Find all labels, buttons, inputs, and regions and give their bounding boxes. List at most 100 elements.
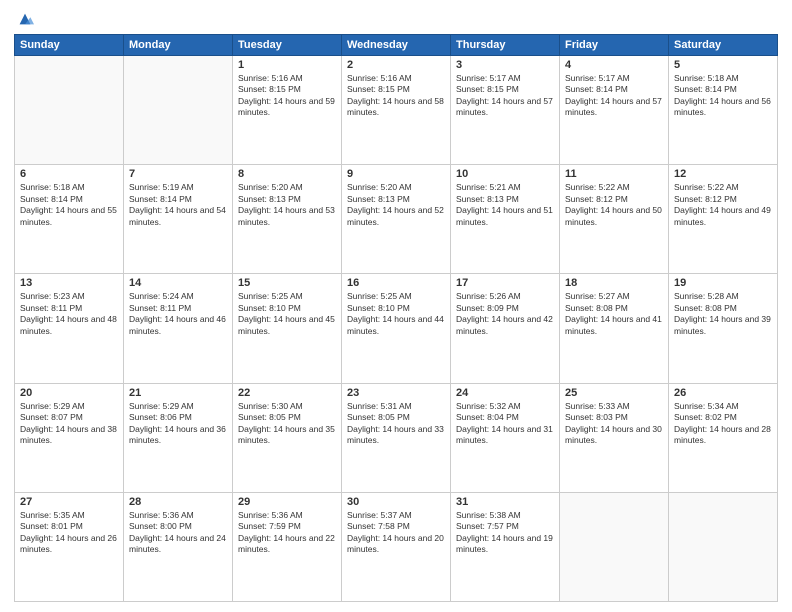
cell-info: Sunrise: 5:25 AM Sunset: 8:10 PM Dayligh… — [238, 291, 336, 337]
day-number: 31 — [456, 496, 554, 508]
day-number: 19 — [674, 277, 772, 289]
day-number: 3 — [456, 59, 554, 71]
cell-info: Sunrise: 5:18 AM Sunset: 8:14 PM Dayligh… — [674, 73, 772, 119]
day-number: 20 — [20, 387, 118, 399]
day-number: 5 — [674, 59, 772, 71]
cell-info: Sunrise: 5:25 AM Sunset: 8:10 PM Dayligh… — [347, 291, 445, 337]
cell-info: Sunrise: 5:29 AM Sunset: 8:07 PM Dayligh… — [20, 401, 118, 447]
cell-info: Sunrise: 5:26 AM Sunset: 8:09 PM Dayligh… — [456, 291, 554, 337]
calendar-header-sunday: Sunday — [15, 35, 124, 56]
logo — [14, 10, 34, 28]
calendar-cell: 3Sunrise: 5:17 AM Sunset: 8:15 PM Daylig… — [451, 56, 560, 165]
cell-info: Sunrise: 5:27 AM Sunset: 8:08 PM Dayligh… — [565, 291, 663, 337]
calendar-cell: 11 Sunrise: 5:22 AM Sunset: 8:12 PM Dayli… — [560, 165, 669, 274]
day-number: 22 — [238, 387, 336, 399]
calendar-cell: 26 Sunrise: 5:34 AM Sunset: 8:02 PM Dayli… — [669, 383, 778, 492]
calendar-cell: 25Sunrise: 5:33 AM Sunset: 8:03 PM Dayli… — [560, 383, 669, 492]
cell-info: Sunrise: 5:36 AM Sunset: 8:00 PM Dayligh… — [129, 510, 227, 556]
calendar-cell: 1 Sunrise: 5:16 AM Sunset: 8:15 PM Daylig… — [233, 56, 342, 165]
day-number: 2 — [347, 59, 445, 71]
calendar-week-4: 27Sunrise: 5:35 AM Sunset: 8:01 PM Dayli… — [15, 492, 778, 601]
calendar-week-0: 1 Sunrise: 5:16 AM Sunset: 8:15 PM Daylig… — [15, 56, 778, 165]
cell-info: Sunrise: 5:37 AM Sunset: 7:58 PM Dayligh… — [347, 510, 445, 556]
calendar-header-thursday: Thursday — [451, 35, 560, 56]
calendar-cell: 19Sunrise: 5:28 AM Sunset: 8:08 PM Dayli… — [669, 274, 778, 383]
day-number: 29 — [238, 496, 336, 508]
day-number: 9 — [347, 168, 445, 180]
header — [14, 10, 778, 28]
day-number: 10 — [456, 168, 554, 180]
day-number: 1 — [238, 59, 336, 71]
cell-info: Sunrise: 5:30 AM Sunset: 8:05 PM Dayligh… — [238, 401, 336, 447]
cell-info: Sunrise: 5:22 AM Sunset: 8:12 PM Dayligh… — [565, 182, 663, 228]
calendar-cell: 17Sunrise: 5:26 AM Sunset: 8:09 PM Dayli… — [451, 274, 560, 383]
calendar-cell: 30 Sunrise: 5:37 AM Sunset: 7:58 PM Dayli… — [342, 492, 451, 601]
day-number: 6 — [20, 168, 118, 180]
calendar-cell: 7 Sunrise: 5:19 AM Sunset: 8:14 PM Daylig… — [124, 165, 233, 274]
cell-info: Sunrise: 5:34 AM Sunset: 8:02 PM Dayligh… — [674, 401, 772, 447]
cell-info: Sunrise: 5:18 AM Sunset: 8:14 PM Dayligh… — [20, 182, 118, 228]
logo-icon — [16, 10, 34, 28]
calendar-header-wednesday: Wednesday — [342, 35, 451, 56]
calendar-header-monday: Monday — [124, 35, 233, 56]
day-number: 7 — [129, 168, 227, 180]
day-number: 16 — [347, 277, 445, 289]
calendar-cell: 31 Sunrise: 5:38 AM Sunset: 7:57 PM Dayli… — [451, 492, 560, 601]
calendar-cell: 16 Sunrise: 5:25 AM Sunset: 8:10 PM Dayli… — [342, 274, 451, 383]
calendar-cell: 24 Sunrise: 5:32 AM Sunset: 8:04 PM Dayli… — [451, 383, 560, 492]
calendar-cell: 6 Sunrise: 5:18 AM Sunset: 8:14 PM Daylig… — [15, 165, 124, 274]
day-number: 14 — [129, 277, 227, 289]
cell-info: Sunrise: 5:32 AM Sunset: 8:04 PM Dayligh… — [456, 401, 554, 447]
cell-info: Sunrise: 5:16 AM Sunset: 8:15 PM Dayligh… — [347, 73, 445, 119]
calendar-cell — [669, 492, 778, 601]
day-number: 27 — [20, 496, 118, 508]
calendar-week-2: 13Sunrise: 5:23 AM Sunset: 8:11 PM Dayli… — [15, 274, 778, 383]
day-number: 15 — [238, 277, 336, 289]
day-number: 24 — [456, 387, 554, 399]
calendar-table: SundayMondayTuesdayWednesdayThursdayFrid… — [14, 34, 778, 602]
day-number: 4 — [565, 59, 663, 71]
day-number: 26 — [674, 387, 772, 399]
calendar-cell: 18 Sunrise: 5:27 AM Sunset: 8:08 PM Dayli… — [560, 274, 669, 383]
calendar-cell: 12 Sunrise: 5:22 AM Sunset: 8:12 PM Dayli… — [669, 165, 778, 274]
cell-info: Sunrise: 5:20 AM Sunset: 8:13 PM Dayligh… — [238, 182, 336, 228]
calendar-cell: 5 Sunrise: 5:18 AM Sunset: 8:14 PM Daylig… — [669, 56, 778, 165]
calendar-cell: 27Sunrise: 5:35 AM Sunset: 8:01 PM Dayli… — [15, 492, 124, 601]
day-number: 11 — [565, 168, 663, 180]
cell-info: Sunrise: 5:29 AM Sunset: 8:06 PM Dayligh… — [129, 401, 227, 447]
cell-info: Sunrise: 5:21 AM Sunset: 8:13 PM Dayligh… — [456, 182, 554, 228]
cell-info: Sunrise: 5:36 AM Sunset: 7:59 PM Dayligh… — [238, 510, 336, 556]
calendar-header-tuesday: Tuesday — [233, 35, 342, 56]
calendar-cell: 8Sunrise: 5:20 AM Sunset: 8:13 PM Daylig… — [233, 165, 342, 274]
day-number: 30 — [347, 496, 445, 508]
calendar-cell — [124, 56, 233, 165]
calendar-cell: 4 Sunrise: 5:17 AM Sunset: 8:14 PM Daylig… — [560, 56, 669, 165]
calendar-week-3: 20 Sunrise: 5:29 AM Sunset: 8:07 PM Dayli… — [15, 383, 778, 492]
calendar-header-saturday: Saturday — [669, 35, 778, 56]
calendar-week-1: 6 Sunrise: 5:18 AM Sunset: 8:14 PM Daylig… — [15, 165, 778, 274]
day-number: 21 — [129, 387, 227, 399]
cell-info: Sunrise: 5:19 AM Sunset: 8:14 PM Dayligh… — [129, 182, 227, 228]
calendar-cell: 9Sunrise: 5:20 AM Sunset: 8:13 PM Daylig… — [342, 165, 451, 274]
calendar-cell — [560, 492, 669, 601]
day-number: 12 — [674, 168, 772, 180]
day-number: 23 — [347, 387, 445, 399]
calendar-cell: 21 Sunrise: 5:29 AM Sunset: 8:06 PM Dayli… — [124, 383, 233, 492]
calendar-cell: 28 Sunrise: 5:36 AM Sunset: 8:00 PM Dayli… — [124, 492, 233, 601]
day-number: 18 — [565, 277, 663, 289]
calendar-cell: 2 Sunrise: 5:16 AM Sunset: 8:15 PM Daylig… — [342, 56, 451, 165]
calendar-header-friday: Friday — [560, 35, 669, 56]
calendar-cell: 13Sunrise: 5:23 AM Sunset: 8:11 PM Dayli… — [15, 274, 124, 383]
day-number: 28 — [129, 496, 227, 508]
cell-info: Sunrise: 5:38 AM Sunset: 7:57 PM Dayligh… — [456, 510, 554, 556]
calendar-cell — [15, 56, 124, 165]
calendar-header-row: SundayMondayTuesdayWednesdayThursdayFrid… — [15, 35, 778, 56]
cell-info: Sunrise: 5:24 AM Sunset: 8:11 PM Dayligh… — [129, 291, 227, 337]
cell-info: Sunrise: 5:16 AM Sunset: 8:15 PM Dayligh… — [238, 73, 336, 119]
cell-info: Sunrise: 5:22 AM Sunset: 8:12 PM Dayligh… — [674, 182, 772, 228]
cell-info: Sunrise: 5:17 AM Sunset: 8:14 PM Dayligh… — [565, 73, 663, 119]
calendar-cell: 14 Sunrise: 5:24 AM Sunset: 8:11 PM Dayli… — [124, 274, 233, 383]
cell-info: Sunrise: 5:23 AM Sunset: 8:11 PM Dayligh… — [20, 291, 118, 337]
calendar-cell: 29 Sunrise: 5:36 AM Sunset: 7:59 PM Dayli… — [233, 492, 342, 601]
calendar-cell: 22 Sunrise: 5:30 AM Sunset: 8:05 PM Dayli… — [233, 383, 342, 492]
